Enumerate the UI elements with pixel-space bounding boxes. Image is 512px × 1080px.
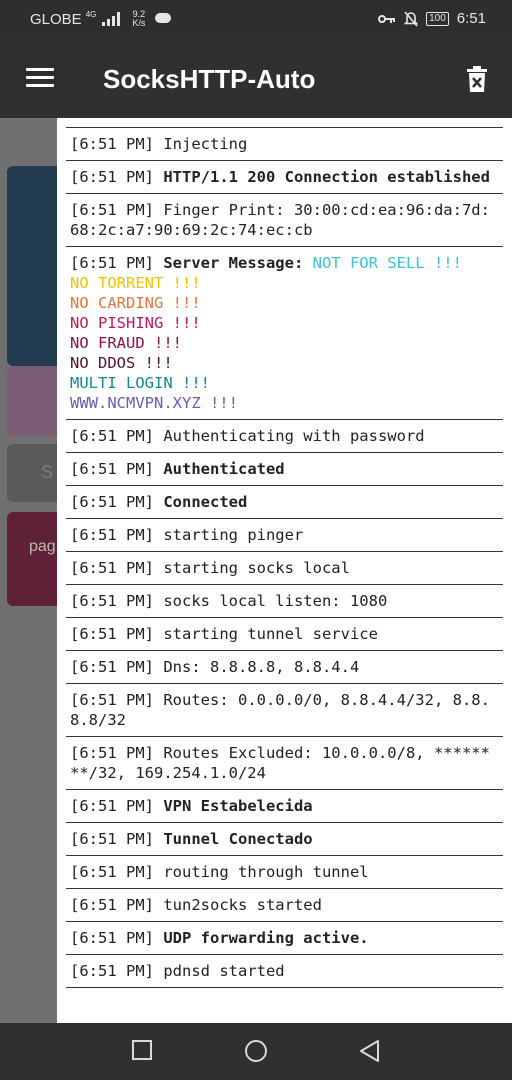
log-message: Connected bbox=[163, 493, 248, 511]
signal-icon bbox=[102, 12, 121, 26]
carrier-name: GLOBE bbox=[30, 10, 82, 28]
battery-indicator: 100 bbox=[426, 11, 449, 26]
log-timestamp: [6:51 PM] bbox=[70, 896, 164, 914]
log-entry: [6:51 PM] Dns: 8.8.8.8, 8.8.4.4 bbox=[66, 651, 503, 684]
log-message: Authenticating with password bbox=[163, 427, 425, 445]
navigation-bar bbox=[0, 1023, 512, 1080]
log-entry: [6:51 PM] Injecting bbox=[66, 127, 503, 161]
log-entry: [6:51 PM] HTTP/1.1 200 Connection establ… bbox=[66, 161, 503, 194]
log-timestamp: [6:51 PM] bbox=[70, 592, 164, 610]
log-entry: [6:51 PM] starting socks local bbox=[66, 552, 503, 585]
log-message: Server Message: bbox=[163, 254, 304, 272]
app-title: SocksHTTP-Auto bbox=[103, 64, 316, 94]
log-timestamp: [6:51 PM] bbox=[70, 929, 164, 947]
log-entry: [6:51 PM] Server Message: NOT FOR SELL !… bbox=[66, 247, 503, 420]
key-icon bbox=[378, 14, 396, 23]
hamburger-menu-icon[interactable] bbox=[26, 68, 54, 88]
cloud-icon bbox=[155, 13, 172, 23]
recents-icon[interactable] bbox=[131, 1039, 153, 1061]
network-type: 4G bbox=[85, 9, 97, 19]
log-timestamp: [6:51 PM] bbox=[70, 559, 164, 577]
log-message: VPN Estabelecida bbox=[163, 797, 313, 815]
log-list: [6:51 PM] Injecting [6:51 PM] HTTP/1.1 20… bbox=[57, 127, 512, 988]
log-entry: [6:51 PM] pdnsd started bbox=[66, 955, 503, 988]
back-icon[interactable] bbox=[358, 1039, 382, 1063]
log-message: Tunnel Conectado bbox=[163, 830, 313, 848]
log-entry: [6:51 PM] Tunnel Conectado bbox=[66, 823, 503, 856]
log-timestamp: [6:51 PM] bbox=[70, 135, 164, 153]
server-message-line: NO FRAUD !!! bbox=[70, 334, 182, 352]
log-timestamp: [6:51 PM] bbox=[70, 744, 164, 762]
log-timestamp: [6:51 PM] bbox=[70, 201, 164, 219]
log-timestamp: [6:51 PM] bbox=[70, 625, 164, 643]
log-entry: [6:51 PM] Authenticated bbox=[66, 453, 503, 486]
log-message: routing through tunnel bbox=[163, 863, 369, 881]
log-timestamp: [6:51 PM] bbox=[70, 830, 164, 848]
speed-unit: K/s bbox=[132, 18, 146, 28]
log-entry: [6:51 PM] UDP forwarding active. bbox=[66, 922, 503, 955]
log-message: pdnsd started bbox=[163, 962, 285, 980]
home-icon[interactable] bbox=[243, 1039, 269, 1065]
log-message: Dns: 8.8.8.8, 8.8.4.4 bbox=[163, 658, 360, 676]
log-timestamp: [6:51 PM] bbox=[70, 962, 164, 980]
log-timestamp: [6:51 PM] bbox=[70, 691, 164, 709]
server-message-line: MULTI LOGIN !!! bbox=[70, 374, 210, 392]
status-bar: GLOBE 4G 9.2 K/s 100 6:51 bbox=[0, 0, 512, 38]
log-message: starting socks local bbox=[163, 559, 350, 577]
log-entry: [6:51 PM] socks local listen: 1080 bbox=[66, 585, 503, 618]
server-message-line: NO TORRENT !!! bbox=[70, 274, 201, 292]
log-timestamp: [6:51 PM] bbox=[70, 863, 164, 881]
log-entry: [6:51 PM] starting pinger bbox=[66, 519, 503, 552]
log-message: socks local listen: 1080 bbox=[163, 592, 388, 610]
log-entry: [6:51 PM] VPN Estabelecida bbox=[66, 790, 503, 823]
log-message: starting tunnel service bbox=[163, 625, 378, 643]
network-speed: 9.2 K/s bbox=[132, 10, 145, 28]
log-message: HTTP/1.1 200 Connection established bbox=[163, 168, 490, 186]
log-message: tun2socks started bbox=[163, 896, 322, 914]
log-entry: [6:51 PM] tun2socks started bbox=[66, 889, 503, 922]
app-bar: SocksHTTP-Auto bbox=[0, 38, 512, 118]
log-entry: [6:51 PM] Routes Excluded: 10.0.0.0/8, *… bbox=[66, 737, 503, 790]
log-timestamp: [6:51 PM] bbox=[70, 427, 164, 445]
log-timestamp: [6:51 PM] bbox=[70, 658, 164, 676]
log-message: Injecting bbox=[163, 135, 248, 153]
log-entry: [6:51 PM] Routes: 0.0.0.0/0, 8.8.4.4/32,… bbox=[66, 684, 503, 737]
log-message: Authenticated bbox=[163, 460, 285, 478]
log-timestamp: [6:51 PM] bbox=[70, 168, 164, 186]
log-timestamp: [6:51 PM] bbox=[70, 797, 164, 815]
log-entry: [6:51 PM] starting tunnel service bbox=[66, 618, 503, 651]
log-message: UDP forwarding active. bbox=[163, 929, 369, 947]
server-message-line: NOT FOR SELL !!! bbox=[303, 254, 462, 272]
log-timestamp: [6:51 PM] bbox=[70, 493, 164, 511]
log-entry: [6:51 PM] Finger Print: 30:00:cd:ea:96:d… bbox=[66, 194, 503, 247]
server-message-line: NO CARDING !!! bbox=[70, 294, 201, 312]
clock: 6:51 bbox=[456, 10, 486, 27]
server-message-line: NO PISHING !!! bbox=[70, 314, 201, 332]
mute-icon bbox=[404, 10, 419, 27]
log-message: starting pinger bbox=[163, 526, 304, 544]
log-timestamp: [6:51 PM] bbox=[70, 254, 164, 272]
log-panel: [6:51 PM] Injecting [6:51 PM] HTTP/1.1 20… bbox=[57, 118, 512, 1023]
trash-icon[interactable] bbox=[466, 66, 488, 92]
server-message-line: NO DDOS !!! bbox=[70, 354, 173, 372]
log-entry: [6:51 PM] routing through tunnel bbox=[66, 856, 503, 889]
log-entry: [6:51 PM] Authenticating with password bbox=[66, 420, 503, 453]
log-timestamp: [6:51 PM] bbox=[70, 526, 164, 544]
server-message-line: WWW.NCMVPN.XYZ !!! bbox=[70, 394, 238, 412]
log-timestamp: [6:51 PM] bbox=[70, 460, 164, 478]
log-entry: [6:51 PM] Connected bbox=[66, 486, 503, 519]
